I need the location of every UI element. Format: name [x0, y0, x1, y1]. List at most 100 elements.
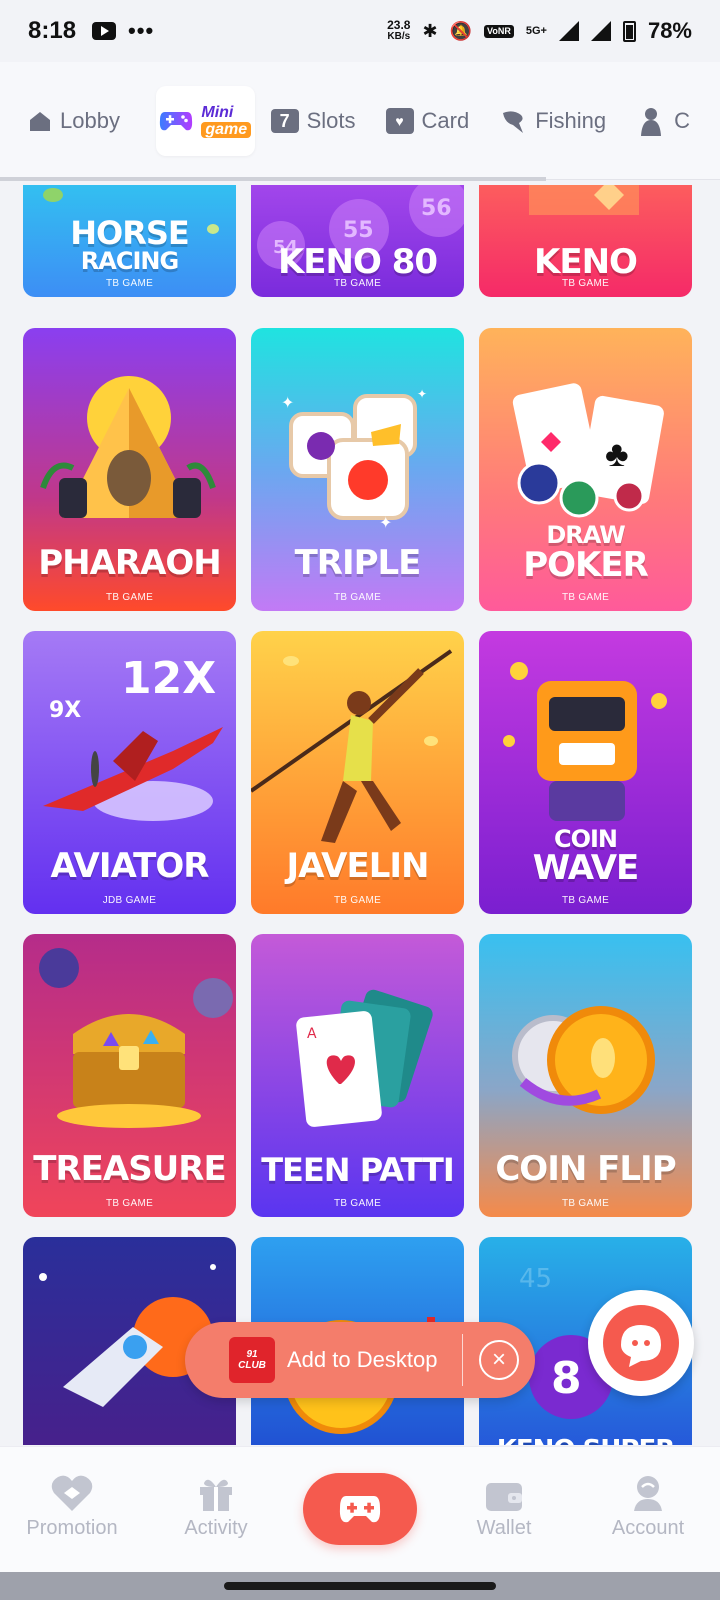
game-card-coin-wave[interactable]: COIN WAVE TB GAME	[479, 631, 692, 914]
game-provider: TB GAME	[105, 592, 154, 603]
network-speed: 23.8 KB/s	[387, 18, 411, 42]
chat-mascot-icon	[603, 1305, 679, 1381]
svg-text:✦: ✦	[417, 387, 427, 401]
game-card-teen-patti[interactable]: A TEEN PATTI TB GAME	[251, 934, 464, 1217]
game-card-coin-flip[interactable]: COIN FLIP TB GAME	[479, 934, 692, 1217]
figure-icon	[641, 108, 662, 136]
tab-label: Lobby	[60, 108, 120, 133]
game-card-pharaoh[interactable]: PHARAOH TB GAME	[23, 328, 236, 611]
nav-promotion[interactable]: Promotion	[2, 1447, 142, 1540]
games-grid: HORSE RACING TB GAME 54 55 56 KENO 80 TB…	[23, 185, 695, 1445]
game-title: TREASURE	[33, 1149, 226, 1189]
gamepad-icon	[339, 1496, 381, 1523]
game-card-triple[interactable]: ✦ ✦ ✦ TRIPLE TB GAME	[251, 328, 464, 611]
house-icon	[30, 112, 50, 131]
nav-activity[interactable]: Activity	[146, 1447, 286, 1540]
bluetooth-icon: ✱	[422, 20, 438, 41]
svg-text:45: 45	[519, 1264, 552, 1294]
game-title: TRIPLE	[294, 543, 422, 583]
game-provider: TB GAME	[105, 1198, 154, 1209]
signal-icon	[558, 21, 579, 41]
svg-text:✦: ✦	[281, 395, 294, 412]
tab-label: Slots	[306, 108, 356, 133]
tab-label: C	[674, 108, 690, 133]
game-title: DRAW	[546, 521, 625, 549]
gift-icon	[200, 1479, 232, 1511]
game-title-line2: RACING	[80, 247, 179, 275]
fish-icon	[503, 111, 524, 133]
game-card-aviator[interactable]: 12X 9X AVIATOR JDB GAME	[23, 631, 236, 914]
battery-icon	[622, 20, 636, 42]
more-notifications-icon: •••	[128, 18, 155, 43]
mini-game-logo: Mini game	[201, 104, 252, 138]
keno-ball-8: 8	[551, 1353, 582, 1404]
slot-seven-icon: 7	[270, 109, 299, 133]
game-card-treasure[interactable]: TREASURE TB GAME	[23, 934, 236, 1217]
tab-slots[interactable]: 7 Slots	[270, 108, 356, 134]
game-title-line2: POKER	[523, 545, 649, 585]
tab-lobby[interactable]: Lobby	[28, 108, 120, 134]
tab-card[interactable]: ♥ Card	[385, 108, 470, 134]
nav-account[interactable]: Account	[578, 1447, 718, 1540]
keno-ball-55: 55	[343, 218, 374, 243]
91club-logo: 91 CLUB	[229, 1337, 275, 1383]
keno-ball-56: 56	[421, 196, 452, 221]
game-title: AVIATOR	[50, 846, 210, 886]
game-provider: TB GAME	[561, 895, 610, 906]
game-title: KENO SUPER	[479, 1437, 692, 1445]
game-provider: JDB GAME	[102, 895, 157, 906]
svg-text:✦: ✦	[379, 515, 392, 532]
network-type: 5G+	[525, 25, 547, 37]
game-provider: TB GAME	[333, 1198, 382, 1209]
add-to-desktop-label: Add to Desktop	[287, 1347, 438, 1372]
tab-casino[interactable]: C	[636, 106, 690, 136]
game-title: TEEN PATTI	[261, 1151, 455, 1189]
battery-percent: 78%	[647, 18, 692, 43]
nav-games-center-button[interactable]	[303, 1473, 417, 1545]
nav-label: Promotion	[26, 1517, 118, 1539]
multiplier-12x: 12X	[121, 653, 216, 704]
tab-label: Card	[421, 108, 470, 133]
signal-icon-2	[590, 21, 611, 41]
wallet-icon	[486, 1483, 522, 1511]
home-gesture-handle[interactable]	[224, 1582, 496, 1590]
game-title: KENO 80	[277, 242, 438, 282]
game-card-horse-racing[interactable]: HORSE RACING TB GAME	[23, 185, 236, 297]
game-card-keno[interactable]: KENO TB GAME	[479, 185, 692, 297]
tab-mini-game[interactable]: Mini game	[155, 86, 255, 156]
gamepad-icon	[160, 112, 193, 131]
tab-fishing[interactable]: Fishing	[499, 107, 606, 135]
game-provider: TB GAME	[561, 278, 610, 289]
add-to-desktop-banner[interactable]: 91 CLUB Add to Desktop ×	[185, 1322, 535, 1398]
game-title: JAVELIN	[286, 846, 430, 886]
game-provider: TB GAME	[333, 592, 382, 603]
bottom-navigation: Promotion Activity Wallet Account	[0, 1446, 720, 1572]
youtube-notification-icon	[92, 22, 117, 40]
game-title: HORSE	[70, 214, 190, 252]
game-title: KENO	[534, 242, 638, 282]
game-card-javelin[interactable]: JAVELIN TB GAME	[251, 631, 464, 914]
nav-label: Activity	[184, 1517, 248, 1539]
category-tab-bar: Lobby Mini game 7 Slots ♥ Card Fishing C	[0, 62, 720, 181]
svg-text:♣: ♣	[605, 433, 629, 474]
tab-scroll-indicator	[0, 177, 546, 181]
nav-label: Wallet	[476, 1517, 532, 1539]
status-bar: 8:18 ••• 23.8 KB/s ✱ 🔕 VoNR 5G+ 78%	[0, 0, 720, 62]
game-title: COIN FLIP	[495, 1149, 676, 1189]
game-title: PHARAOH	[38, 543, 222, 583]
mute-icon: 🔕	[449, 20, 472, 41]
game-provider: TB GAME	[561, 1198, 610, 1209]
game-provider: TB GAME	[561, 592, 610, 603]
account-icon	[634, 1476, 662, 1511]
game-title-line2: WAVE	[532, 848, 640, 888]
nav-wallet[interactable]: Wallet	[434, 1447, 574, 1540]
nav-label: Account	[611, 1517, 685, 1539]
banner-divider	[462, 1334, 463, 1386]
game-card-keno-80[interactable]: 54 55 56 KENO 80 TB GAME	[251, 185, 464, 297]
game-provider: TB GAME	[333, 895, 382, 906]
close-banner-button[interactable]: ×	[479, 1340, 519, 1380]
customer-service-button[interactable]	[588, 1290, 694, 1396]
tab-label: Fishing	[535, 108, 607, 133]
multiplier-9x: 9X	[49, 698, 81, 723]
game-card-draw-poker[interactable]: ♣ DRAW POKER TB GAME	[479, 328, 692, 611]
